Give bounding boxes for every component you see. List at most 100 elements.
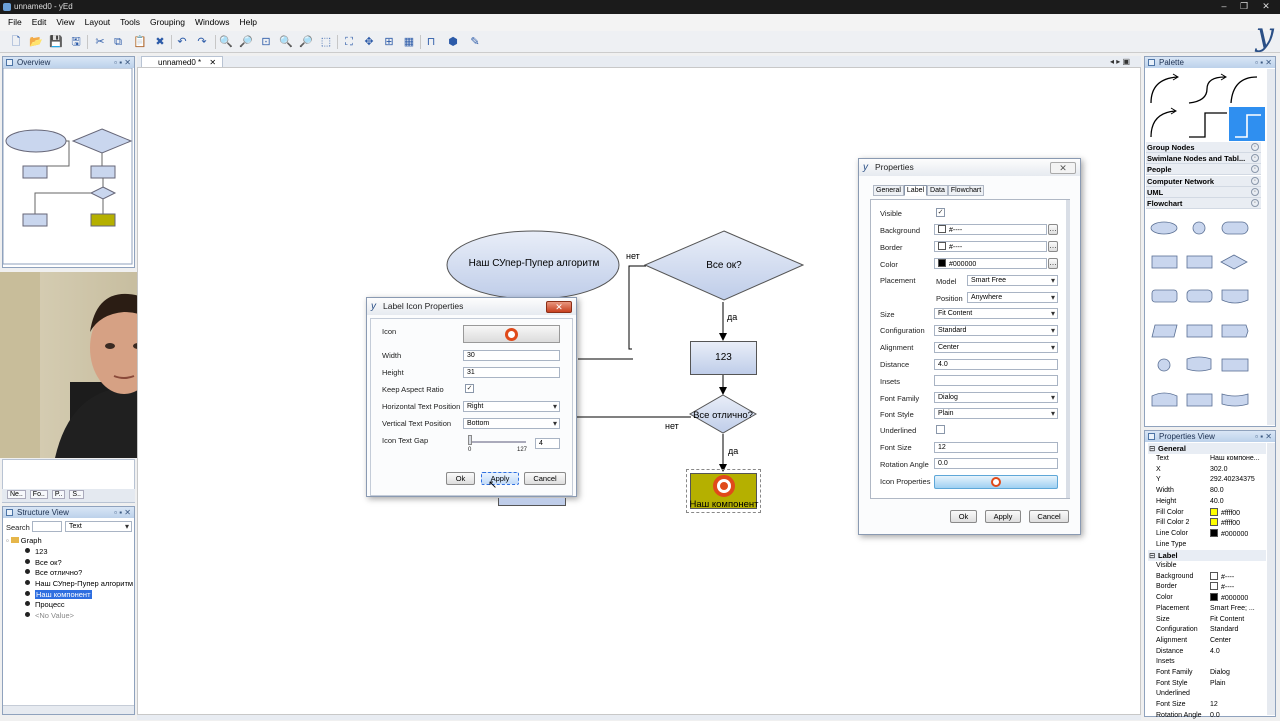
save-as-icon[interactable]: 🖫 <box>69 35 83 49</box>
structure-search-input[interactable] <box>32 521 62 532</box>
zoom-in2-icon[interactable]: 🔍 <box>279 35 293 49</box>
pv-value[interactable]: Center <box>1210 636 1266 646</box>
icon-picker-button[interactable] <box>463 325 560 343</box>
side-tab-s[interactable]: S.. <box>69 490 84 499</box>
panel-controls-icon[interactable]: ▫ ▪ ✕ <box>114 57 131 68</box>
pv-value[interactable]: 4.0 <box>1210 647 1266 657</box>
pv-row[interactable]: Color #000000 <box>1148 593 1266 604</box>
snap-icon[interactable]: ⊞ <box>382 35 396 49</box>
tree-root[interactable]: ▫ Graph <box>6 536 42 546</box>
pv-row[interactable]: Alignment Center <box>1148 636 1266 647</box>
tree-item[interactable]: <No Value> <box>25 611 74 621</box>
panel-controls-icon[interactable]: ▫ ▪ ✕ <box>1255 431 1272 442</box>
pv-value[interactable]: Dialog <box>1210 668 1266 678</box>
node-123[interactable]: 123 <box>690 341 757 375</box>
tree-item[interactable]: Все ок? <box>25 558 62 568</box>
pv-row[interactable]: Width 80.0 <box>1148 486 1266 497</box>
pv-value[interactable]: Plain <box>1210 679 1266 689</box>
tab-label[interactable]: Label <box>903 185 928 196</box>
expand-icon[interactable]: ◦ <box>1251 154 1259 162</box>
pv-row[interactable]: Line Color #000000 <box>1148 528 1266 540</box>
height-input[interactable]: 31 <box>463 367 560 378</box>
visible-checkbox[interactable]: ✓ <box>936 208 945 217</box>
zoom-out2-icon[interactable]: 🔎 <box>299 35 313 49</box>
tree-item[interactable]: Наш СУпер-Пупер алгоритм <box>25 579 133 589</box>
expand-icon[interactable]: ◦ <box>1251 188 1259 196</box>
properties-cancel-button[interactable]: Cancel <box>1029 510 1069 523</box>
pv-row[interactable]: Size Fit Content <box>1148 615 1266 626</box>
pv-value[interactable]: 80.0 <box>1210 486 1266 496</box>
pv-value[interactable]: #---- <box>1210 582 1266 593</box>
group-icon[interactable]: ⬢ <box>446 35 460 49</box>
wizard-icon[interactable]: ✎ <box>468 35 482 49</box>
close-icon[interactable]: ✕ <box>1050 162 1076 174</box>
color-field[interactable]: #000000 <box>934 258 1047 269</box>
pv-value[interactable]: Smart Free; ... <box>1210 604 1266 614</box>
tab-data[interactable]: Data <box>927 185 948 196</box>
font-size-input[interactable]: 12 <box>934 442 1058 453</box>
flowchart-shapes-grid[interactable] <box>1147 214 1267 414</box>
menu-grouping[interactable]: Grouping <box>145 14 190 31</box>
pv-value[interactable]: #000000 <box>1210 528 1266 540</box>
size-select[interactable]: Fit Content <box>934 308 1058 319</box>
cancel-button[interactable]: Cancel <box>524 472 566 485</box>
pv-row[interactable]: Insets <box>1148 657 1266 668</box>
edge-label-no[interactable]: нет <box>665 421 679 431</box>
distance-input[interactable]: 4.0 <box>934 359 1058 370</box>
pv-row[interactable]: Text Наш компоне... <box>1148 454 1266 465</box>
minimize-button[interactable]: – <box>1218 1 1230 12</box>
expand-icon[interactable]: ◦ <box>1251 165 1259 173</box>
side-tab-neighbourhood[interactable]: Ne.. <box>7 490 26 499</box>
ok-button[interactable]: Ok <box>446 472 475 485</box>
palette-section-group-nodes[interactable]: Group Nodes ◦ <box>1146 142 1261 153</box>
pv-row[interactable]: Border #---- <box>1148 582 1266 593</box>
icon-properties-button[interactable] <box>934 475 1058 489</box>
undo-icon[interactable]: ↶ <box>175 35 189 49</box>
underlined-checkbox[interactable] <box>936 425 945 434</box>
palette-section-swimlane[interactable]: Swimlane Nodes and Tabl... ◦ <box>1146 153 1261 164</box>
tree-item[interactable]: 123 <box>25 547 48 557</box>
gap-slider[interactable] <box>468 441 526 443</box>
edge-styles-grid[interactable] <box>1147 71 1267 143</box>
gap-slider-thumb[interactable] <box>468 435 472 445</box>
pv-value[interactable]: 0.0 <box>1210 711 1266 721</box>
pv-row[interactable]: Rotation Angle 0.0 <box>1148 711 1266 721</box>
structure-mode-select[interactable]: Text <box>65 521 132 532</box>
pv-value[interactable]: 40.0 <box>1210 497 1266 507</box>
expand-icon[interactable]: ◦ <box>1251 143 1259 151</box>
zoom-in-icon[interactable]: 🔍 <box>219 35 233 49</box>
navigate-icon[interactable]: ✥ <box>362 35 376 49</box>
pv-row[interactable]: Visible <box>1148 561 1266 572</box>
border-more-button[interactable]: … <box>1048 241 1058 252</box>
properties-ok-button[interactable]: Ok <box>950 510 977 523</box>
color-more-button[interactable]: … <box>1048 258 1058 269</box>
keep-aspect-checkbox[interactable]: ✓ <box>465 384 474 393</box>
tree-item[interactable]: Все отлично? <box>25 568 82 578</box>
edge-label-no[interactable]: нет <box>626 251 640 261</box>
close-button[interactable]: ✕ <box>1260 1 1272 12</box>
pv-value[interactable]: Наш компоне... <box>1210 454 1266 464</box>
close-tab-icon[interactable]: ✕ <box>209 58 216 67</box>
new-icon[interactable]: 🗋 <box>9 35 23 49</box>
pv-row[interactable]: Underlined <box>1148 689 1266 700</box>
tree-item-selected[interactable]: Наш компонент <box>25 590 92 600</box>
pv-row[interactable]: Line Type <box>1148 540 1266 551</box>
pv-value[interactable]: #000000 <box>1210 593 1266 604</box>
bridge-icon[interactable]: ⊓ <box>424 35 438 49</box>
grid-icon[interactable]: ▦ <box>402 35 416 49</box>
tab-nav-icon[interactable]: ◂ ▸ ▣ <box>1110 57 1130 66</box>
properties-scrollbar[interactable] <box>1066 200 1070 498</box>
tab-general[interactable]: General <box>873 185 904 196</box>
side-tab-folding[interactable]: Fo.. <box>29 490 48 499</box>
model-select[interactable]: Smart Free <box>967 275 1058 286</box>
font-family-select[interactable]: Dialog <box>934 392 1058 403</box>
tree-item[interactable]: Процесс <box>25 600 65 610</box>
configuration-select[interactable]: Standard <box>934 325 1058 336</box>
horizontal-scrollbar[interactable] <box>3 705 134 714</box>
alignment-select[interactable]: Center <box>934 342 1058 353</box>
edge-label-yes[interactable]: да <box>728 446 738 456</box>
pv-row[interactable]: Height 40.0 <box>1148 497 1266 508</box>
pv-section-label[interactable]: ⊟ Label <box>1148 550 1266 561</box>
save-icon[interactable]: 💾 <box>49 35 63 49</box>
side-tab-p[interactable]: P.. <box>51 490 66 499</box>
